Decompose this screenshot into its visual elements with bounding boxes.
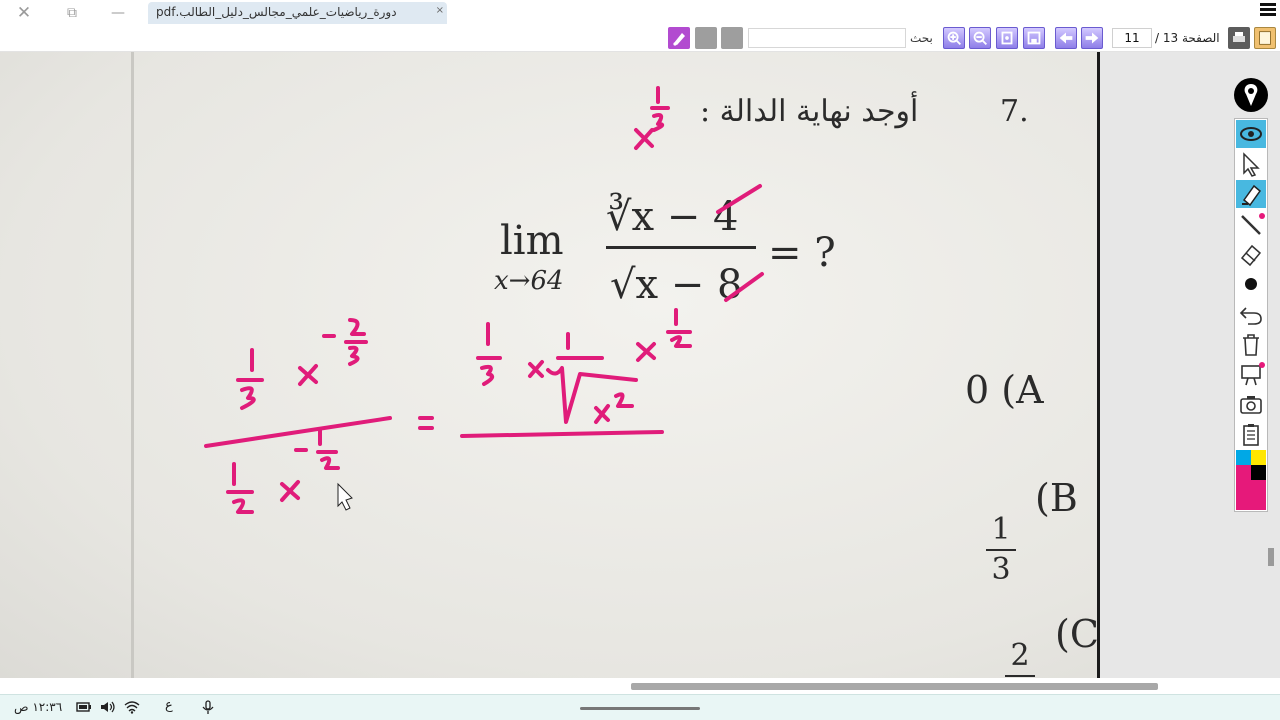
color-swatch-1[interactable] bbox=[1236, 450, 1251, 465]
color-swatch-3[interactable] bbox=[1236, 465, 1251, 480]
annotation-app-logo-icon[interactable] bbox=[1234, 78, 1268, 112]
highlighter-icon[interactable] bbox=[1236, 180, 1266, 208]
pointer-icon[interactable] bbox=[1236, 150, 1266, 178]
system-status-bar: ١٢:٣٦ ص ع bbox=[0, 694, 1280, 720]
dot-icon[interactable] bbox=[1236, 270, 1266, 298]
search-label: بحث bbox=[910, 31, 933, 45]
minimize-window-button[interactable]: — bbox=[108, 3, 128, 23]
restore-window-button[interactable]: ⧉ bbox=[62, 3, 82, 23]
battery-icon[interactable] bbox=[76, 700, 92, 714]
pen-icon[interactable] bbox=[1236, 210, 1266, 238]
color-swatch-2[interactable] bbox=[1251, 450, 1266, 465]
close-window-button[interactable]: ✕ bbox=[14, 3, 34, 23]
home-gesture-handle[interactable] bbox=[580, 707, 700, 710]
volume-icon[interactable] bbox=[100, 700, 116, 714]
prev-page-icon[interactable] bbox=[1055, 27, 1077, 49]
fit-page-icon[interactable] bbox=[996, 27, 1018, 49]
annotate-icon[interactable] bbox=[668, 27, 690, 49]
search-input[interactable] bbox=[748, 28, 906, 48]
document-tab-title: دورة_رياضيات_علمي_مجالس_دليل_الطالب.pdf bbox=[156, 5, 397, 19]
color-swatch-5[interactable] bbox=[1236, 480, 1266, 510]
zoom-out-icon[interactable] bbox=[969, 27, 991, 49]
camera-icon[interactable] bbox=[1236, 390, 1266, 418]
document-tab[interactable]: دورة_رياضيات_علمي_مجالس_دليل_الطالب.pdf … bbox=[148, 2, 447, 24]
sidebar-icon[interactable] bbox=[1254, 27, 1276, 49]
keyboard-language[interactable]: ع bbox=[165, 698, 173, 713]
clipboard-icon[interactable] bbox=[1236, 420, 1266, 448]
color-swatch-4[interactable] bbox=[1251, 465, 1266, 480]
next-page-icon[interactable] bbox=[1081, 27, 1103, 49]
horizontal-scroll-thumb[interactable] bbox=[631, 683, 1158, 690]
save-icon[interactable] bbox=[1023, 27, 1045, 49]
handwritten-ink-annotations bbox=[204, 86, 764, 514]
eraser-icon[interactable] bbox=[1236, 240, 1266, 268]
undo-icon[interactable] bbox=[1236, 300, 1266, 328]
placeholder-button-1[interactable] bbox=[695, 27, 717, 49]
page-number-input[interactable]: 11 bbox=[1112, 28, 1152, 48]
annotation-toolbar bbox=[1234, 118, 1268, 512]
hamburger-menu-icon[interactable] bbox=[1260, 3, 1276, 19]
tab-close-button[interactable]: × bbox=[436, 5, 444, 16]
presentation-icon[interactable] bbox=[1236, 360, 1266, 388]
page-count-label: الصفحة 13 / bbox=[1155, 31, 1220, 45]
visibility-icon[interactable] bbox=[1236, 120, 1266, 148]
wifi-icon[interactable] bbox=[124, 700, 140, 714]
placeholder-button-2[interactable] bbox=[721, 27, 743, 49]
trash-icon[interactable] bbox=[1236, 330, 1266, 358]
clock: ١٢:٣٦ ص bbox=[14, 700, 63, 714]
microphone-icon[interactable] bbox=[200, 700, 216, 714]
title-bar: ✕ ⧉ — دورة_رياضيات_علمي_مجالس_دليل_الطال… bbox=[0, 0, 1280, 26]
print-icon[interactable] bbox=[1228, 27, 1250, 49]
zoom-in-icon[interactable] bbox=[943, 27, 965, 49]
vertical-scroll-thumb[interactable] bbox=[1268, 548, 1274, 566]
toolbar: بحث 11 الصفحة 13 / bbox=[0, 26, 1280, 52]
